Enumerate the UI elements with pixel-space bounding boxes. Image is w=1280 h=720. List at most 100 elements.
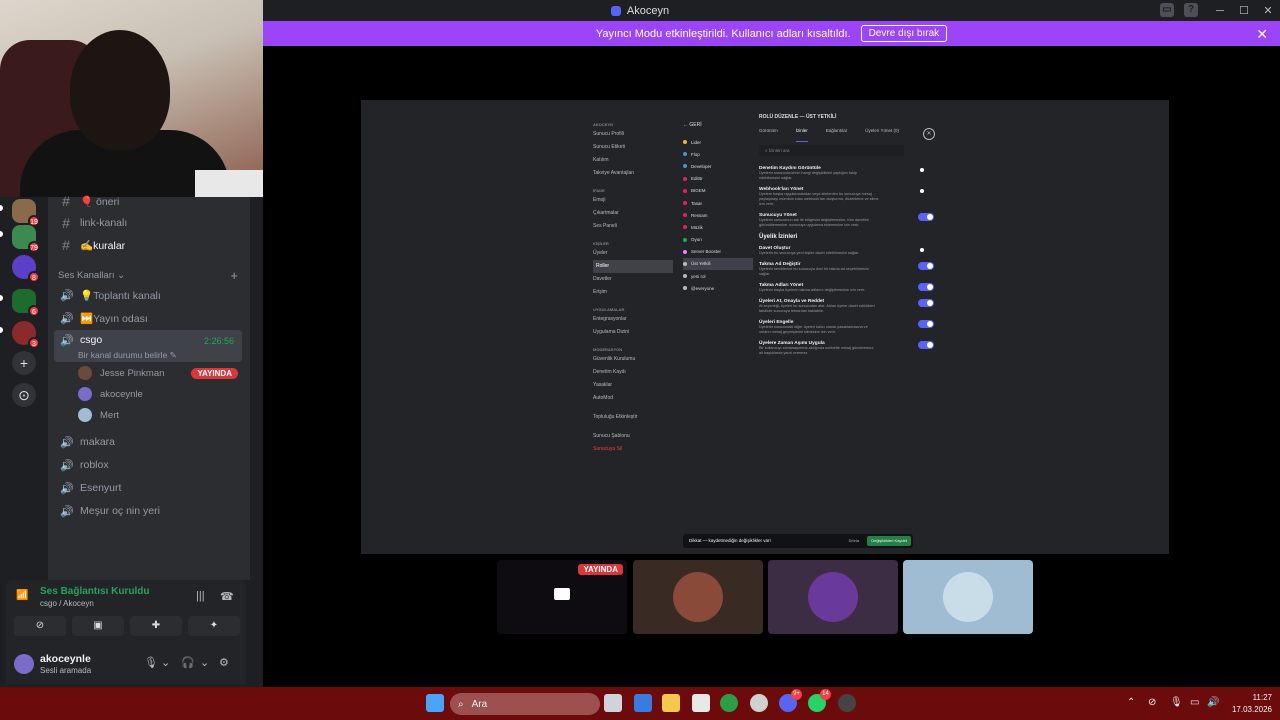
channel-text[interactable]: # 🎈 öneri (54, 190, 242, 212)
task-view-icon[interactable] (604, 694, 622, 712)
voice-channel[interactable]: 🔊 ⏭️Yayın odası (54, 307, 242, 329)
voice-channel[interactable]: 🔊 💡Toplantı kanalı (54, 284, 242, 306)
folder-icon[interactable] (662, 694, 680, 712)
soundboard-button[interactable]: ✦ (188, 616, 240, 636)
user-status: Sesli aramada (40, 666, 92, 675)
window-title: Akoceyn (610, 4, 670, 17)
hash-icon: # (62, 215, 70, 231)
unsaved-changes-bar: Dikkat — kaydetmediğin değişiklikler var… (683, 534, 913, 548)
add-channel-icon[interactable]: + (230, 268, 238, 283)
server-icon[interactable]: 79 (12, 225, 40, 253)
headphones-icon[interactable]: 🎧 (181, 656, 195, 669)
mention-badge: 79 (28, 241, 40, 253)
voice-channel[interactable]: 🔊 Meşur oç nin yeri (54, 500, 242, 522)
microphone-icon[interactable]: 🎙 (1170, 697, 1183, 708)
chrome-icon[interactable] (720, 694, 738, 712)
chevron-up-icon[interactable]: ⌃ (1127, 697, 1135, 708)
voice-member[interactable]: Jesse Pinkman (78, 363, 164, 383)
webcam-overlay (0, 0, 263, 197)
user-name[interactable]: akoceynle (40, 653, 91, 665)
microphone-icon[interactable]: 🎙 (144, 656, 158, 669)
signal-icon[interactable]: 📶 (16, 590, 28, 601)
obs-icon[interactable] (838, 694, 856, 712)
voice-channel[interactable]: 🔊 roblox (54, 454, 242, 476)
server-icon[interactable]: 3 (12, 321, 40, 349)
maximize-button[interactable]: ☐ (1232, 4, 1256, 17)
voice-member[interactable]: Mert (78, 405, 119, 425)
screen-share-button[interactable]: ▣ (72, 616, 124, 636)
chevron-down-icon[interactable]: ⌄ (200, 656, 209, 669)
volume-icon[interactable]: 🔊 (1207, 697, 1219, 708)
avatar (78, 387, 92, 401)
voice-status[interactable]: Ses Bağlantısı Kuruldu (40, 586, 149, 597)
streamer-mode-banner: Yayıncı Modu etkinleştirildi. Kullanıcı … (263, 21, 1280, 46)
role-list: ← GERİ Lider Flop Developer Editör BIGEM… (683, 114, 753, 294)
search-icon: ⌕ (458, 698, 464, 710)
inbox-icon[interactable]: ▭ (1160, 3, 1174, 17)
close-banner-icon[interactable]: ✕ (1256, 26, 1268, 43)
add-server-icon[interactable]: + (12, 351, 36, 375)
speaker-icon: 🔊 (60, 459, 74, 472)
disconnect-icon[interactable]: ☎ (220, 590, 234, 603)
voice-category[interactable]: Ses Kanalları ⌄ (58, 270, 125, 281)
notification-badge: 9+ (791, 689, 802, 700)
server-icon[interactable]: 6 (12, 289, 40, 317)
speaker-icon: 🔊 (60, 312, 74, 325)
voice-member[interactable]: akoceynle (78, 384, 143, 404)
settings-gear-icon[interactable]: ⚙ (219, 656, 229, 669)
whatsapp-icon[interactable]: 14 (808, 689, 831, 712)
mention-badge: 6 (28, 305, 40, 317)
discover-icon[interactable]: ⊙ (12, 383, 36, 407)
voice-location[interactable]: csgo / Akoceyn (40, 599, 94, 608)
channel-label: csgo (80, 334, 103, 346)
stream-stage: AKOCEYN Sunucu Profili Sunucu Etiketi Ka… (263, 46, 1280, 687)
windows-start-icon[interactable] (426, 694, 444, 712)
mention-badge: 3 (28, 337, 40, 349)
close-window-button[interactable]: ✕ (1256, 4, 1280, 17)
clock[interactable]: 11:27 17.03.2026 (1232, 692, 1272, 716)
participant-tile[interactable] (768, 560, 898, 634)
channel-status-input[interactable]: Bir kanal durumu belirle ✎ (78, 350, 177, 361)
role-editor: ROLÜ DÜZENLE — ÜST YETKİLİ Görünüm İzinl… (759, 114, 934, 362)
help-icon[interactable]: ? (1184, 3, 1198, 17)
participant-tile[interactable] (633, 560, 763, 634)
activities-button[interactable]: ✚ (130, 616, 182, 636)
taskbar-search[interactable]: ⌕ Ara (450, 693, 600, 715)
window-title-text: Akoceyn (626, 4, 670, 17)
voice-channel[interactable]: 🔊 Esenyurt (54, 477, 242, 499)
steam-icon[interactable] (750, 694, 768, 712)
camera-off-button[interactable]: ⊘ (14, 616, 66, 636)
app-icon[interactable] (634, 694, 652, 712)
noise-suppression-icon[interactable]: ||| (196, 590, 205, 602)
channel-label: link-kanalı (80, 217, 128, 229)
voice-channel[interactable]: 🔊 makara (54, 431, 242, 453)
notification-badge: 14 (820, 689, 831, 700)
channel-text[interactable]: # ✍️kuralar (54, 234, 242, 256)
hash-icon: # (62, 193, 70, 209)
display-icon[interactable]: ▭ (1190, 697, 1199, 708)
search-label: Ara (471, 698, 488, 710)
chevron-down-icon[interactable]: ⌄ (161, 656, 170, 669)
live-badge: YAYINDA (578, 564, 623, 575)
hash-icon: # (62, 237, 70, 253)
participant-tile[interactable] (903, 560, 1033, 634)
avatar[interactable] (14, 654, 34, 674)
speaker-icon: 🔊 (60, 505, 74, 518)
close-icon: ✕ (923, 128, 935, 140)
avatar (78, 366, 92, 380)
channel-label: 💡Toplantı kanalı (80, 289, 161, 302)
network-icon[interactable]: ⊘ (1148, 697, 1156, 708)
screen-share-view[interactable]: AKOCEYN Sunucu Profili Sunucu Etiketi Ka… (361, 100, 1169, 554)
channel-text[interactable]: # link-kanalı (54, 212, 242, 234)
server-icon[interactable]: 19 (12, 199, 40, 227)
speaker-icon: 🔊 (60, 436, 74, 449)
minimize-button[interactable]: ─ (1208, 5, 1232, 17)
store-icon[interactable] (692, 694, 710, 712)
discord-icon[interactable]: 9+ (779, 689, 802, 712)
server-icon[interactable]: 8 (12, 255, 40, 283)
avatar (78, 408, 92, 422)
mention-badge: 8 (28, 271, 40, 283)
disable-streamer-mode-button[interactable]: Devre dışı bırak (860, 25, 948, 42)
participant-tile-stream[interactable]: YAYINDA (497, 560, 627, 634)
date: 17.03.2026 (1231, 705, 1272, 714)
